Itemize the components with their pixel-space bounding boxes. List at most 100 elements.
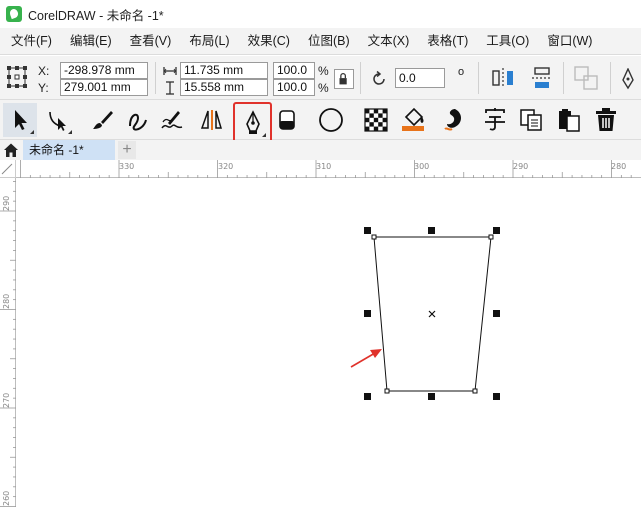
pen-tool[interactable] xyxy=(233,102,272,143)
x-label: X: xyxy=(38,64,50,78)
separator xyxy=(155,62,156,94)
menu-text[interactable]: 文本(X) xyxy=(359,28,419,55)
menu-file[interactable]: 文件(F) xyxy=(2,28,61,55)
menu-bar: 文件(F) 编辑(E) 查看(V) 布局(L) 效果(C) 位图(B) 文本(X… xyxy=(0,28,641,55)
eraser-icon xyxy=(279,110,295,130)
ruler-origin-icon xyxy=(1,163,13,175)
horizontal-ruler[interactable]: 330 320 310 300 290 280 xyxy=(16,160,641,178)
new-document-tab-button[interactable]: + xyxy=(118,141,136,159)
checkerboard-icon xyxy=(364,108,388,132)
text-tool[interactable] xyxy=(478,103,512,137)
mirror-horizontal-icon[interactable] xyxy=(491,66,515,90)
ruler-label: 330 xyxy=(119,162,134,171)
eraser-tool[interactable] xyxy=(270,103,304,137)
outline-pen-icon[interactable] xyxy=(621,68,635,90)
percent-y-label: % xyxy=(318,81,329,95)
shape-node-icon xyxy=(49,111,66,131)
mirror-vertical-icon[interactable] xyxy=(530,66,554,90)
lock-ratio-button[interactable] xyxy=(334,69,354,89)
window-title: CorelDRAW - 未命名 -1* xyxy=(28,8,164,23)
copy-document-icon xyxy=(520,109,542,131)
toolbox xyxy=(0,100,641,143)
flyout-indicator xyxy=(68,130,72,134)
ruler-label: 280 xyxy=(2,294,11,309)
menu-effects[interactable]: 效果(C) xyxy=(239,28,299,55)
scale-x-field[interactable]: 100.0 xyxy=(273,62,315,79)
rotation-field[interactable]: 0.0 xyxy=(395,68,445,88)
ellipse-icon xyxy=(319,108,343,132)
smear-tool[interactable] xyxy=(436,103,470,137)
menu-table[interactable]: 表格(T) xyxy=(418,28,477,55)
copy-properties-tool[interactable] xyxy=(514,103,548,137)
flyout-indicator xyxy=(30,130,34,134)
ruler-label: 310 xyxy=(316,162,331,171)
document-tab-label: 未命名 -1* xyxy=(29,143,84,157)
pattern-fill-tool[interactable] xyxy=(359,103,393,137)
lock-icon xyxy=(339,72,347,85)
smart-drawing-tool[interactable] xyxy=(156,103,190,137)
ruler-label: 290 xyxy=(513,162,528,171)
height-icon xyxy=(166,81,174,95)
home-icon[interactable] xyxy=(3,142,19,158)
ruler-label: 300 xyxy=(414,162,429,171)
scale-y-field[interactable]: 100.0 xyxy=(273,79,315,96)
brush-icon xyxy=(93,111,113,129)
menu-bitmaps[interactable]: 位图(B) xyxy=(299,28,359,55)
object-origin-icon[interactable] xyxy=(6,64,28,90)
paste-tool[interactable] xyxy=(552,103,586,137)
ruler-origin[interactable] xyxy=(0,160,16,178)
ellipse-tool[interactable] xyxy=(314,103,348,137)
height-field[interactable]: 15.558 mm xyxy=(180,79,268,96)
ruler-label: 260 xyxy=(2,491,11,506)
property-bar: X: Y: -298.978 mm 279.001 mm 11.735 mm 1… xyxy=(0,56,641,100)
group-objects-icon[interactable] xyxy=(573,65,599,91)
freehand-curve-icon xyxy=(129,113,147,131)
menu-tools[interactable]: 工具(O) xyxy=(477,28,538,55)
title-bar: CorelDRAW - 未命名 -1* xyxy=(0,0,641,28)
y-position-field[interactable]: 279.001 mm xyxy=(60,79,148,96)
menu-view[interactable]: 查看(V) xyxy=(121,28,181,55)
rotate-icon xyxy=(373,70,385,85)
dimension-tool[interactable] xyxy=(194,103,228,137)
annotation-arrow-icon xyxy=(350,349,382,368)
menu-edit[interactable]: 编辑(E) xyxy=(61,28,121,55)
width-icon xyxy=(163,67,177,75)
separator xyxy=(360,62,361,94)
width-field[interactable]: 11.735 mm xyxy=(180,62,268,79)
ruler-label: 320 xyxy=(218,162,233,171)
document-tab-bar: 未命名 -1* + xyxy=(0,140,641,160)
smart-drawing-icon xyxy=(161,111,183,129)
document-tab[interactable]: 未命名 -1* xyxy=(23,140,115,160)
flyout-indicator xyxy=(262,133,266,137)
menu-window[interactable]: 窗口(W) xyxy=(538,28,601,55)
text-character-icon xyxy=(485,108,505,131)
pointer-arrow-icon xyxy=(15,110,27,130)
trash-icon xyxy=(596,108,616,131)
interactive-fill-tool[interactable] xyxy=(396,103,430,137)
center-marker-icon xyxy=(428,310,436,318)
y-label: Y: xyxy=(38,81,49,95)
degree-symbol: o xyxy=(458,66,465,78)
artistic-media-tool[interactable] xyxy=(86,103,120,137)
vertical-ruler[interactable]: 290 280 270 260 xyxy=(0,178,16,507)
coreldraw-logo-icon xyxy=(6,6,22,22)
separator xyxy=(478,62,479,94)
percent-x-label: % xyxy=(318,64,329,78)
pick-tool[interactable] xyxy=(3,103,37,137)
dimension-icon xyxy=(200,110,223,130)
ruler-label: 280 xyxy=(611,162,626,171)
pen-nib-icon xyxy=(245,109,260,134)
separator xyxy=(563,62,564,94)
x-position-field[interactable]: -298.978 mm xyxy=(60,62,148,79)
separator xyxy=(610,62,611,94)
smear-icon xyxy=(444,109,461,131)
drawing-canvas[interactable] xyxy=(17,179,641,507)
shape-tool[interactable] xyxy=(41,103,75,137)
clipboard-icon xyxy=(559,109,580,132)
freehand-tool[interactable] xyxy=(121,103,155,137)
paint-bucket-icon xyxy=(402,107,424,131)
menu-layout[interactable]: 布局(L) xyxy=(180,28,238,55)
delete-tool[interactable] xyxy=(589,103,623,137)
ruler-label: 290 xyxy=(2,196,11,211)
ruler-label: 270 xyxy=(2,393,11,408)
